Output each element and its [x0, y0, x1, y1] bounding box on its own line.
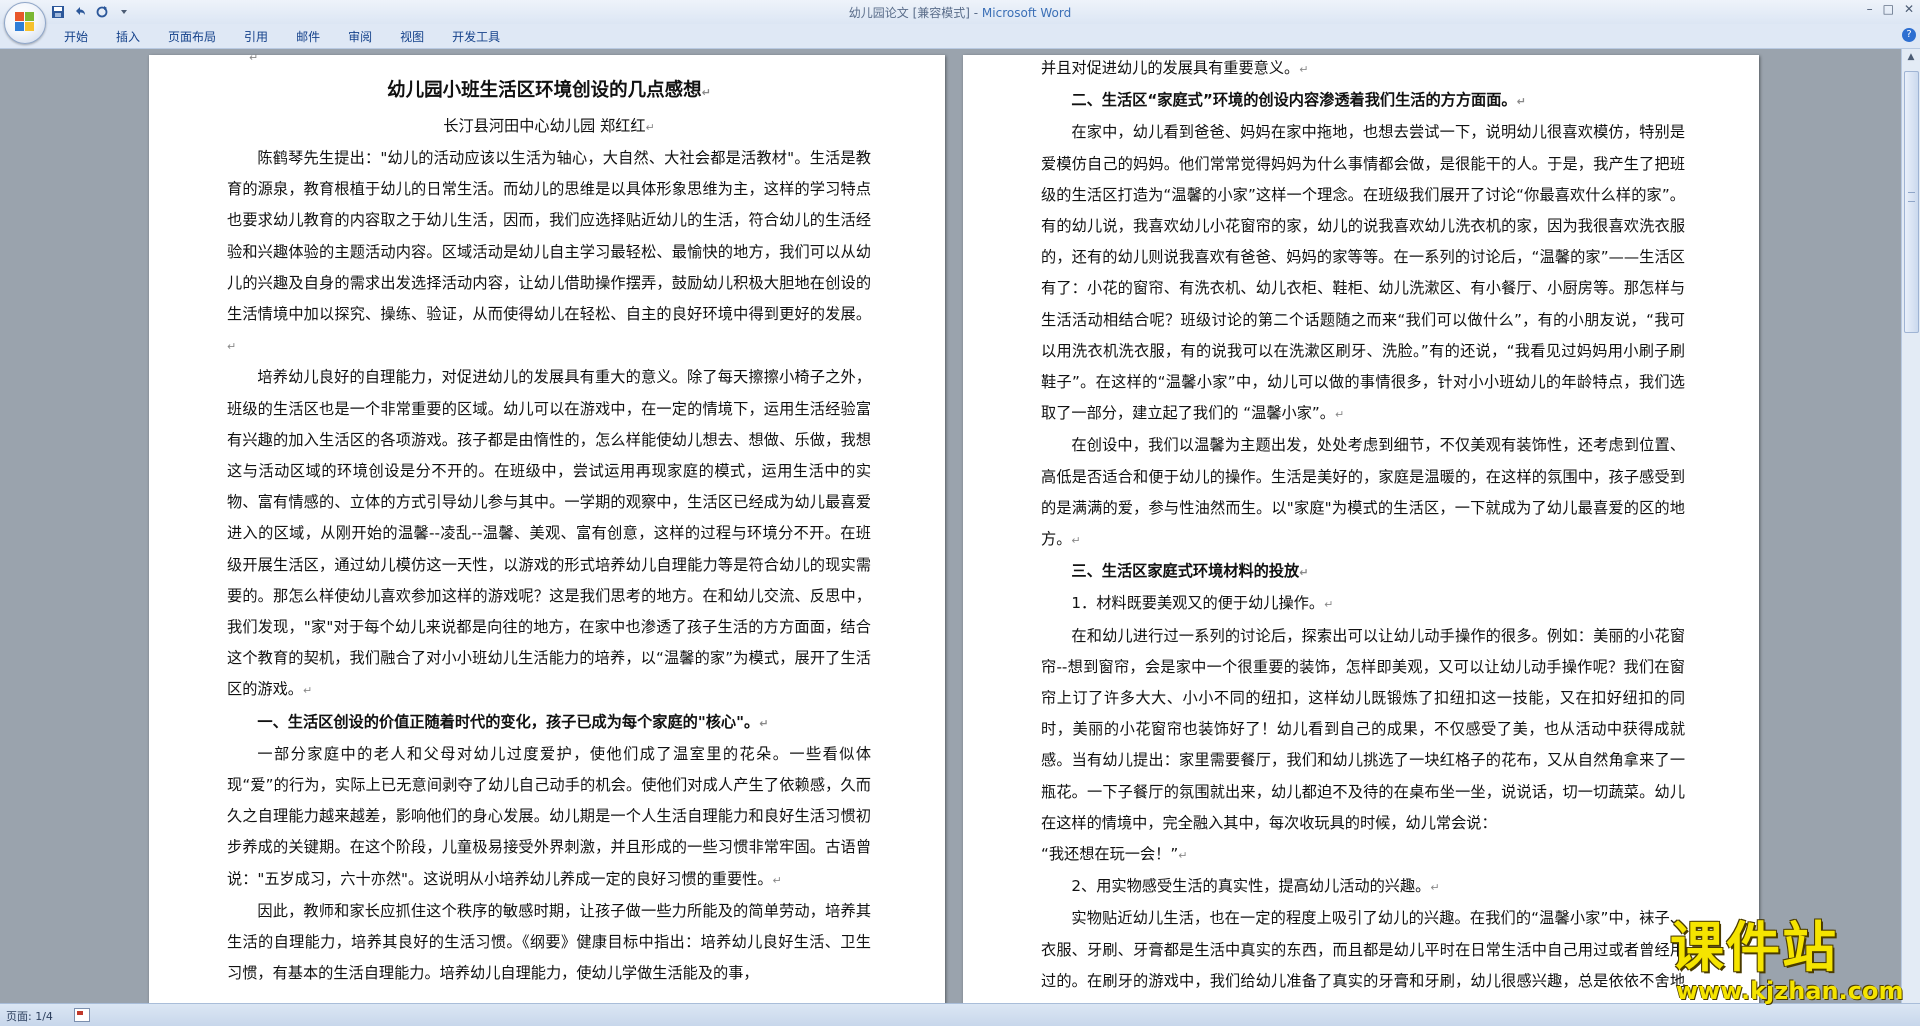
paragraph-mark: ↵ — [1324, 598, 1334, 612]
watermark-url: www.kjzhan.com — [1676, 977, 1904, 1005]
tab-mailings[interactable]: 邮件 — [282, 29, 334, 45]
window-title: 幼儿园论文 [兼容模式] - Microsoft Word — [0, 4, 1920, 21]
paragraph-mark: ↵ — [701, 86, 711, 99]
body-paragraph-text: 因此，教师和家长应抓住这个秩序的敏感时期，让孩子做一些力所能及的简单劳动，培养其… — [227, 901, 871, 983]
minimize-icon[interactable]: – — [1867, 2, 1873, 16]
section-heading-text: 一、生活区创设的价值正随着时代的变化，孩子已成为每个家庭的"核心"。 — [257, 712, 760, 731]
document-author: 长汀县河田中心幼儿园 郑红红↵ — [227, 111, 871, 143]
body-paragraph: 实物贴近幼儿生活，也在一定的程度上吸引了幼儿的兴趣。在我们的“温馨小家”中，袜子… — [1041, 903, 1685, 1003]
office-logo-icon — [15, 12, 35, 32]
paragraph-mark: ↵ — [1334, 408, 1345, 422]
body-paragraph: 因此，教师和家长应抓住这个秩序的敏感时期，让孩子做一些力所能及的简单劳动，培养其… — [227, 896, 871, 990]
body-paragraph: 培养幼儿良好的自理能力，对促进幼儿的发展具有重大的意义。除了每天擦擦小椅子之外，… — [227, 362, 871, 706]
window-controls: – □ ✕ — [1867, 2, 1914, 16]
tab-page-layout[interactable]: 页面布局 — [154, 29, 230, 45]
tab-home[interactable]: 开始 — [50, 29, 102, 45]
body-paragraph: 在创设中，我们以温馨为主题出发，处处考虑到细节，不仅美观有装饰性，还考虑到位置、… — [1041, 430, 1685, 556]
body-paragraph-text: 实物贴近幼儿生活，也在一定的程度上吸引了幼儿的兴趣。在我们的“温馨小家”中，袜子… — [1041, 909, 1685, 990]
document-title: 幼儿园小班生活区环境创设的几点感想↵ — [227, 73, 871, 111]
maximize-icon[interactable]: □ — [1883, 2, 1894, 16]
document-author-text: 长汀县河田中心幼儿园 郑红红 — [443, 117, 646, 135]
tab-insert[interactable]: 插入 — [102, 29, 154, 45]
paragraph-mark: ↵ — [772, 873, 782, 887]
paragraph-mark: ↵ — [1299, 566, 1309, 580]
paragraph-mark: ↵ — [1299, 63, 1309, 76]
paragraph-mark: ↵ — [1516, 95, 1526, 109]
body-paragraph-text: 在家中，幼儿看到爸爸、妈妈在家中拖地，也想去尝试一下，说明幼儿很喜欢模仿，特别是… — [1041, 123, 1685, 423]
body-paragraph-text: 在创设中，我们以温馨为主题出发，处处考虑到细节，不仅美观有装饰性，还考虑到位置、… — [1041, 436, 1685, 549]
body-paragraph: 陈鹤琴先生提出："幼儿的活动应该以生活为轴心，大自然、大社会都是活教材"。生活是… — [227, 143, 871, 362]
body-paragraph-text: 在和幼儿进行过一系列的讨论后，探索出可以让幼儿动手操作的很多。例如：美丽的小花窗… — [1041, 626, 1685, 832]
vertical-scrollbar[interactable]: ▲ — [1901, 49, 1920, 1003]
body-paragraph-text: 并且对促进幼儿的发展具有重要意义。 — [1041, 59, 1300, 77]
section-heading-text: 二、生活区“家庭式”环境的创设内容渗透着我们生活的方方面面。 — [1071, 91, 1517, 110]
watermark-title: 课件站 — [1670, 916, 1838, 979]
close-icon[interactable]: ✕ — [1904, 2, 1914, 16]
office-button[interactable] — [4, 2, 46, 44]
list-item: 2、用实物感受生活的真实性，提高幼儿活动的兴趣。↵ — [1041, 871, 1685, 903]
body-paragraph: 并且对促进幼儿的发展具有重要意义。↵ — [1041, 53, 1685, 85]
scroll-up-icon[interactable]: ▲ — [1902, 49, 1920, 65]
document-page-2[interactable]: 并且对促进幼儿的发展具有重要意义。↵ 二、生活区“家庭式”环境的创设内容渗透着我… — [963, 55, 1759, 1003]
paragraph-mark: ↵ — [645, 121, 655, 134]
paragraph-mark: ↵ — [302, 684, 313, 698]
section-heading: 二、生活区“家庭式”环境的创设内容渗透着我们生活的方方面面。↵ — [1041, 85, 1685, 117]
body-paragraph-text: “我还想在玩一会！” — [1041, 845, 1179, 864]
window-title-doc: 幼儿园论文 [兼容模式] - — [848, 6, 982, 20]
list-item-text: 2、用实物感受生活的真实性，提高幼儿活动的兴趣。 — [1071, 877, 1431, 896]
tab-view[interactable]: 视图 — [386, 29, 438, 45]
document-title-text: 幼儿园小班生活区环境创设的几点感想 — [387, 80, 702, 101]
tab-review[interactable]: 审阅 — [334, 29, 386, 45]
watermark-logo: 课件站 www.kjzhan.com — [1670, 916, 1910, 1005]
tab-developer[interactable]: 开发工具 — [438, 29, 514, 45]
page-count-status[interactable]: 页面: 1/4 — [6, 1008, 53, 1024]
body-paragraph-text: 培养幼儿良好的自理能力，对促进幼儿的发展具有重大的意义。除了每天擦擦小椅子之外，… — [227, 368, 871, 699]
ribbon-tab-bar: 开始 插入 页面布局 引用 邮件 审阅 视图 开发工具 ? — [0, 24, 1920, 49]
help-icon[interactable]: ? — [1902, 28, 1916, 42]
document-page-1[interactable]: ↵ 幼儿园小班生活区环境创设的几点感想↵ 长汀县河田中心幼儿园 郑红红↵ 陈鹤琴… — [149, 51, 945, 1003]
macro-record-icon[interactable] — [74, 1008, 90, 1022]
body-paragraph: “我还想在玩一会！”↵ — [1041, 839, 1685, 871]
list-item-text: 1．材料既要美观又的便于幼儿操作。 — [1071, 594, 1325, 613]
section-heading: 一、生活区创设的价值正随着时代的变化，孩子已成为每个家庭的"核心"。↵ — [227, 707, 871, 739]
body-paragraph: 在和幼儿进行过一系列的讨论后，探索出可以让幼儿动手操作的很多。例如：美丽的小花窗… — [1041, 621, 1685, 839]
window-title-app: Microsoft Word — [981, 6, 1072, 20]
body-paragraph-text: 陈鹤琴先生提出："幼儿的活动应该以生活为轴心，大自然、大社会都是活教材"。生活是… — [227, 149, 871, 324]
paragraph-mark: ↵ — [1430, 881, 1440, 895]
paragraph-mark: ↵ — [759, 716, 769, 730]
status-bar: 页面: 1/4 — [0, 1003, 1920, 1026]
paragraph-mark: ↵ — [249, 51, 259, 64]
section-heading: 三、生活区家庭式环境材料的投放↵ — [1041, 556, 1685, 588]
title-bar: 幼儿园论文 [兼容模式] - Microsoft Word – □ ✕ — [0, 0, 1920, 25]
paragraph-mark: ↵ — [1071, 534, 1081, 548]
tab-references[interactable]: 引用 — [230, 29, 282, 45]
document-area[interactable]: ↵ 幼儿园小班生活区环境创设的几点感想↵ 长汀县河田中心幼儿园 郑红红↵ 陈鹤琴… — [0, 49, 1902, 1003]
paragraph-mark: ↵ — [227, 340, 237, 354]
thumb-grip — [1908, 192, 1915, 202]
body-paragraph: 在家中，幼儿看到爸爸、妈妈在家中拖地，也想去尝试一下，说明幼儿很喜欢模仿，特别是… — [1041, 117, 1685, 430]
body-paragraph: 一部分家庭中的老人和父母对幼儿过度爱护，使他们成了温室里的花朵。一些看似体现“爱… — [227, 739, 871, 896]
list-item: 1．材料既要美观又的便于幼儿操作。↵ — [1041, 588, 1685, 620]
section-heading-text: 三、生活区家庭式环境材料的投放 — [1071, 562, 1300, 581]
paragraph-mark: ↵ — [1178, 849, 1188, 863]
scrollbar-thumb[interactable] — [1904, 71, 1919, 333]
body-paragraph-text: 一部分家庭中的老人和父母对幼儿过度爱护，使他们成了温室里的花朵。一些看似体现“爱… — [227, 744, 871, 888]
